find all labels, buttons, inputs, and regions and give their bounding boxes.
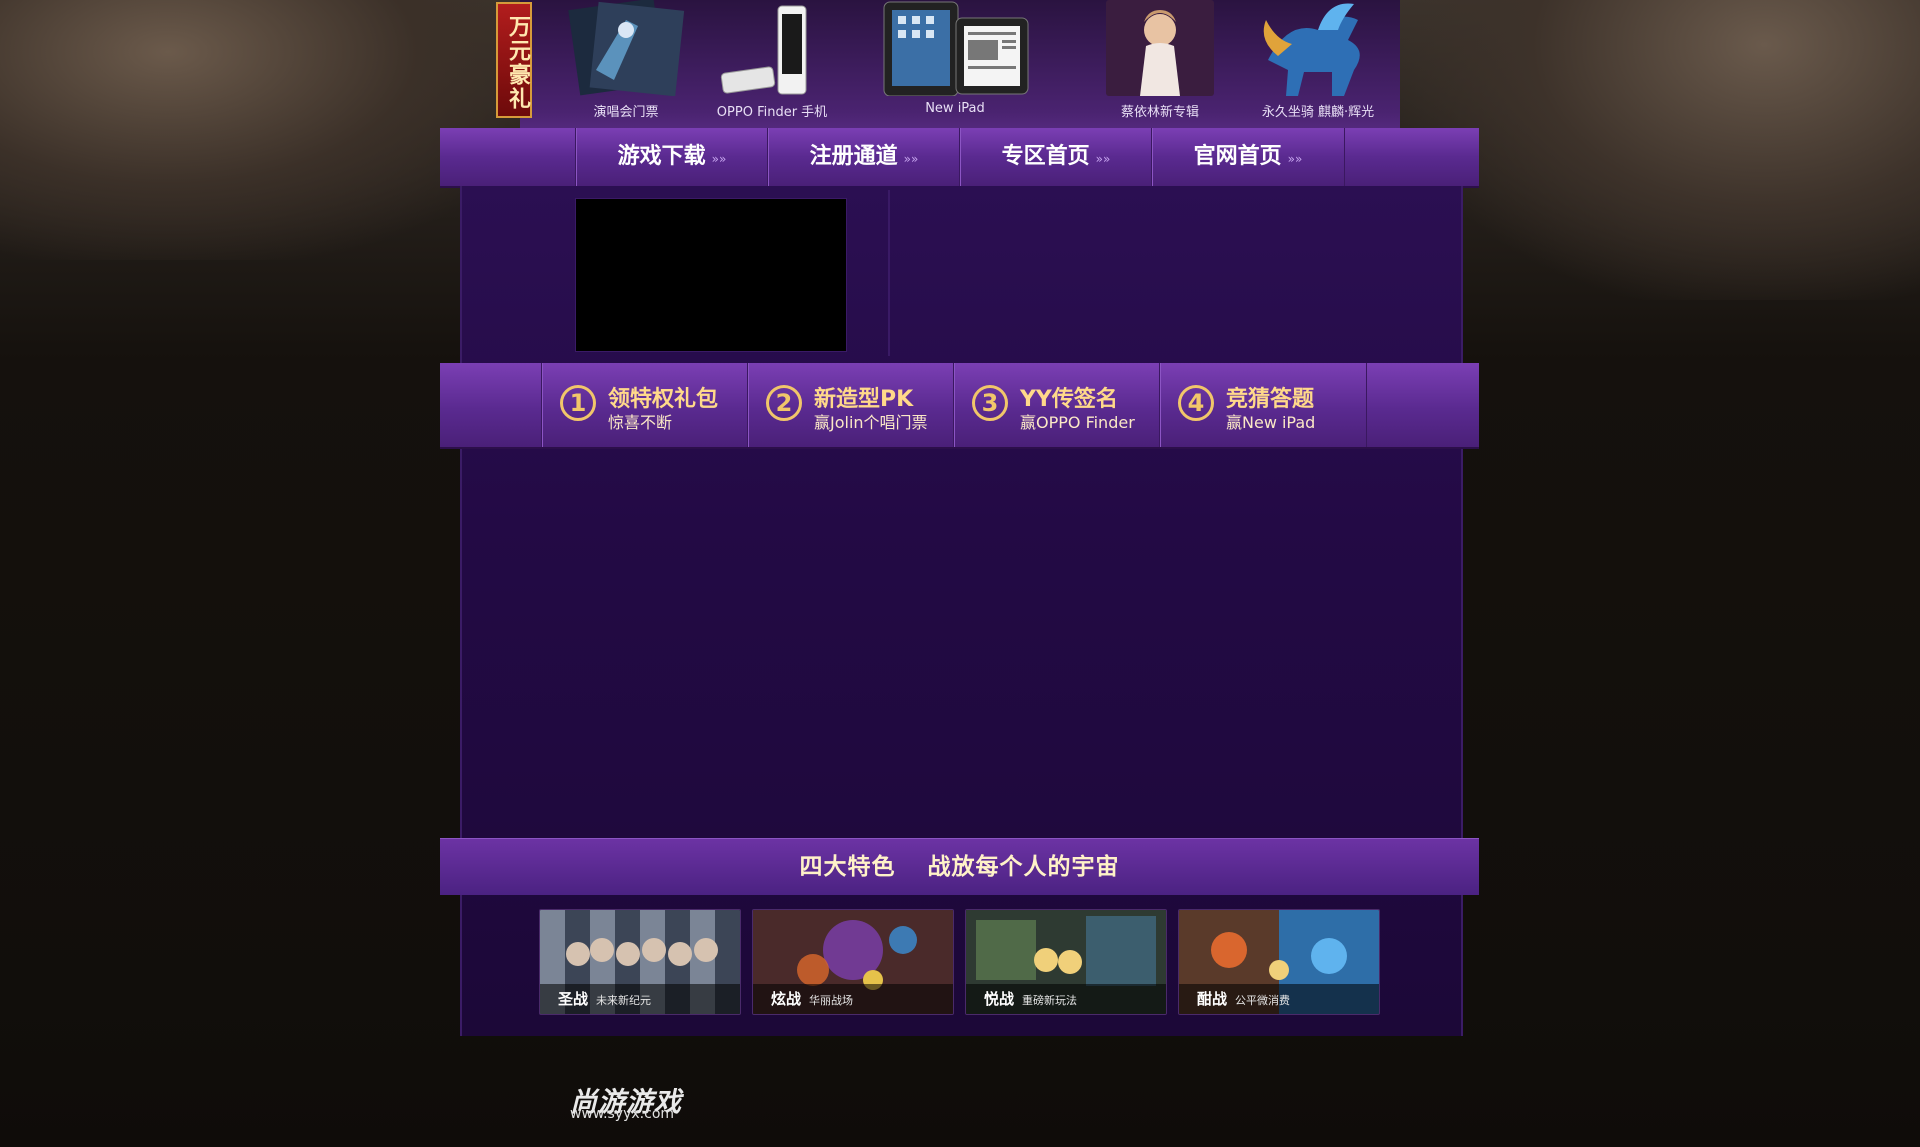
step-style-pk[interactable]: 2 新造型PK 赢Jolin个唱门票	[747, 363, 954, 447]
prize-item-qilin-mount[interactable]: 永久坐骑 麒麟·辉光	[1258, 0, 1378, 120]
chevron-right-icon: »»	[711, 152, 727, 166]
nav-zone-home[interactable]: 专区首页 »»	[959, 128, 1152, 186]
step-subtitle: 赢Jolin个唱门票	[814, 413, 928, 432]
feature-caption: 酣战 公平微消费	[1179, 984, 1379, 1014]
concert-ticket-image	[568, 0, 685, 97]
step-number-icon: 1	[560, 385, 596, 421]
feature-card-hearty-war[interactable]: 酣战 公平微消费	[1178, 909, 1380, 1015]
nav-register[interactable]: 注册通道 »»	[767, 128, 960, 186]
panel-divider	[888, 190, 890, 356]
prize-label: New iPad	[925, 101, 985, 116]
step-number-icon: 4	[1178, 385, 1214, 421]
chevron-right-icon: »»	[903, 152, 919, 166]
step-subtitle: 赢New iPad	[1226, 413, 1316, 432]
feature-desc: 重磅新玩法	[1022, 994, 1078, 1007]
feature-card-joy-war[interactable]: 悦战 重磅新玩法	[965, 909, 1167, 1015]
nav-label: 官网首页	[1193, 144, 1282, 169]
step-privilege-pack[interactable]: 1 领特权礼包 惊喜不断	[541, 363, 748, 447]
features-title-right: 战放每个人的宇宙	[927, 854, 1120, 880]
main-nav: 游戏下载 »» 注册通道 »» 专区首页 »» 官网首页 »»	[440, 128, 1479, 188]
footer-url[interactable]: www.syyx.com	[570, 1106, 674, 1122]
activity-steps: 1 领特权礼包 惊喜不断 2 新造型PK 赢Jolin个唱门票 3 YY传签名 …	[440, 363, 1479, 449]
step-number-icon: 2	[766, 385, 802, 421]
chevron-right-icon: »»	[1095, 152, 1111, 166]
nav-label: 游戏下载	[617, 144, 706, 169]
feature-name: 炫战	[771, 990, 802, 1008]
feature-caption: 炫战 华丽战场	[753, 984, 953, 1014]
step-subtitle: 赢OPPO Finder	[1020, 413, 1135, 432]
feature-desc: 华丽战场	[809, 994, 854, 1007]
feature-card-dazzle-war[interactable]: 炫战 华丽战场	[752, 909, 954, 1015]
nav-label: 专区首页	[1001, 144, 1090, 169]
video-player[interactable]	[575, 198, 847, 352]
nav-game-download[interactable]: 游戏下载 »»	[575, 128, 768, 186]
feature-name: 酣战	[1197, 990, 1228, 1008]
feature-card-holy-war[interactable]: 圣战 未来新纪元	[539, 909, 741, 1015]
prize-item-concert-ticket[interactable]: 演唱会门票	[566, 0, 686, 120]
features-title: 四大特色 战放每个人的宇宙	[440, 839, 1479, 895]
features-header: 四大特色 战放每个人的宇宙	[440, 838, 1479, 895]
step-quiz[interactable]: 4 竞猜答题 赢New iPad	[1159, 363, 1367, 447]
phone-image	[720, 5, 807, 95]
qilin-mount-image	[1263, 3, 1360, 97]
step-number-icon: 3	[972, 385, 1008, 421]
album-cover-image	[1106, 0, 1214, 96]
nav-official-home[interactable]: 官网首页 »»	[1151, 128, 1345, 186]
ipad-image	[883, 1, 1029, 97]
feature-name: 悦战	[984, 990, 1015, 1008]
prize-item-jolin-album[interactable]: 蔡依林新专辑	[1106, 0, 1214, 120]
step-subtitle: 惊喜不断	[608, 413, 673, 432]
feature-caption: 圣战 未来新纪元	[540, 984, 740, 1014]
feature-desc: 未来新纪元	[596, 994, 652, 1007]
features-title-left: 四大特色	[799, 854, 896, 880]
nav-label: 注册通道	[809, 144, 898, 169]
prize-item-oppo-finder[interactable]: OPPO Finder 手机	[712, 0, 832, 120]
step-yy-signature[interactable]: 3 YY传签名 赢OPPO Finder	[953, 363, 1160, 447]
feature-name: 圣战	[558, 990, 589, 1008]
prize-label: 永久坐骑 麒麟·辉光	[1261, 105, 1375, 120]
chevron-right-icon: »»	[1287, 152, 1303, 166]
prize-item-new-ipad[interactable]: New iPad	[880, 0, 1030, 116]
feature-caption: 悦战 重磅新玩法	[966, 984, 1166, 1014]
feature-desc: 公平微消费	[1235, 994, 1291, 1007]
